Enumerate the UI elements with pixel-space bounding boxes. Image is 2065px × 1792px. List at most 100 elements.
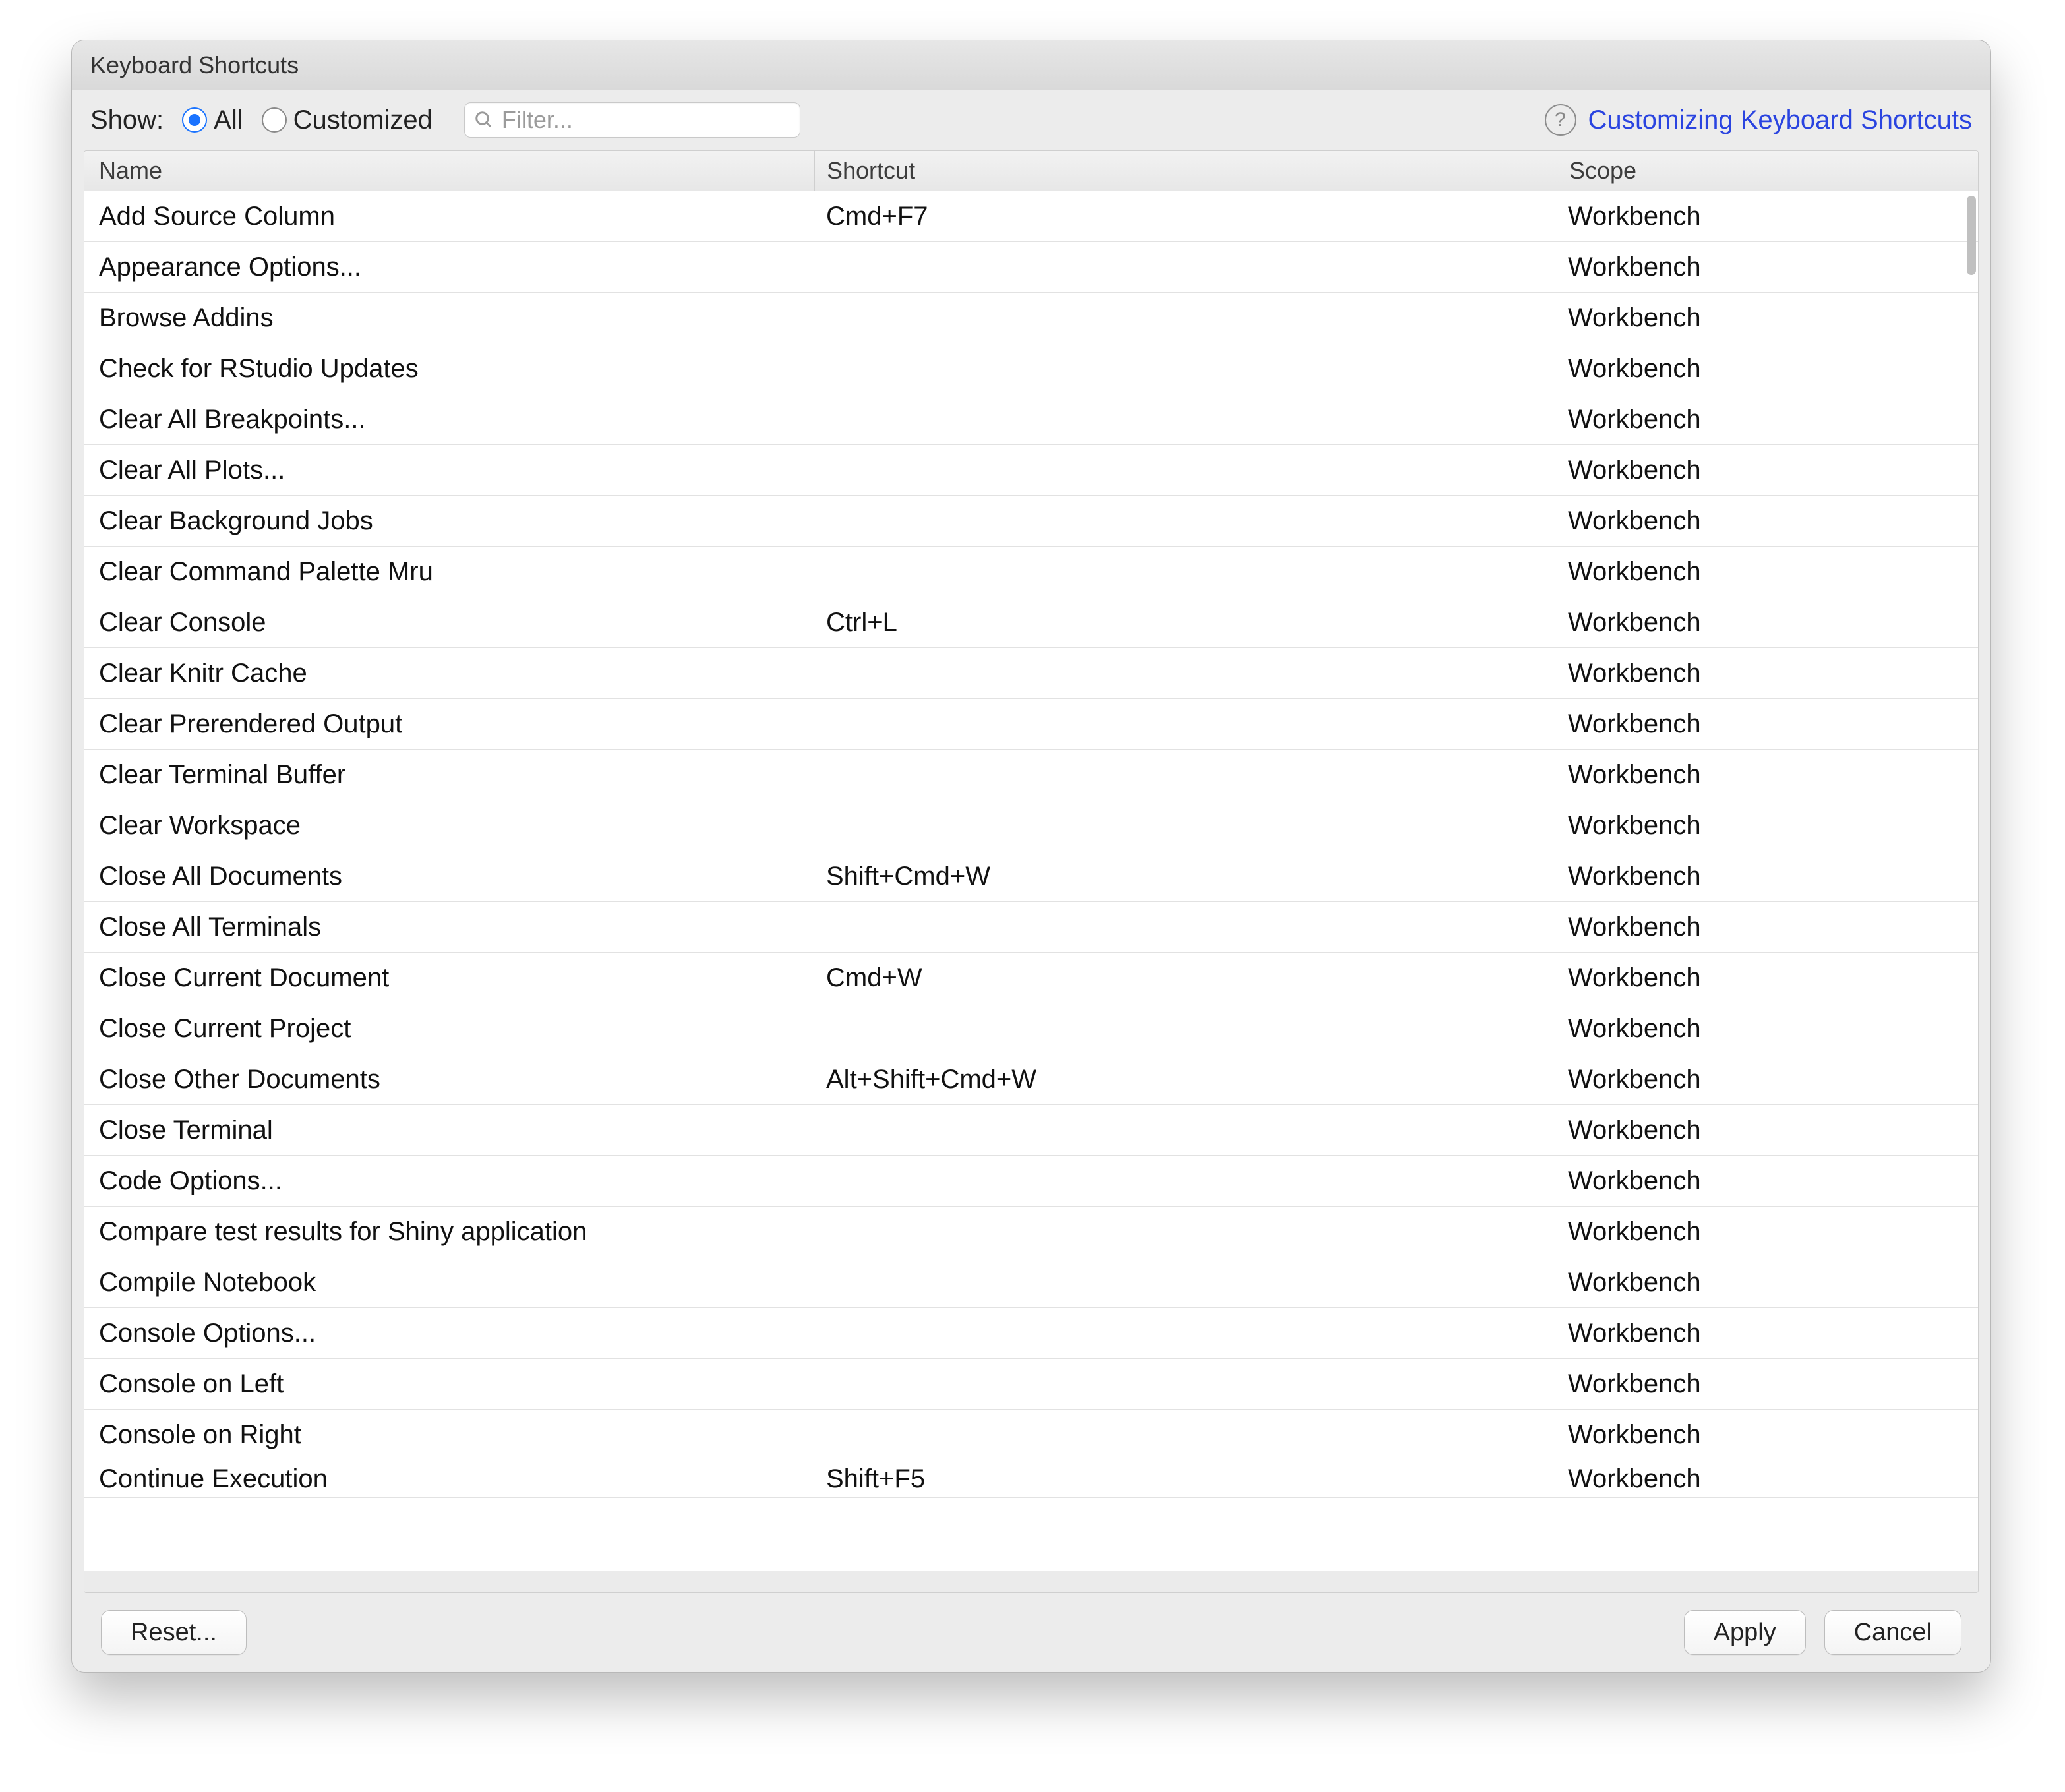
table-row[interactable]: Console on LeftWorkbench	[84, 1359, 1978, 1410]
table-row[interactable]: Clear All Breakpoints... Workbench	[84, 394, 1978, 445]
show-label: Show:	[90, 105, 164, 135]
filter-field[interactable]	[464, 102, 800, 138]
cell-scope: Workbench	[1548, 405, 1978, 434]
table-row[interactable]: Clear WorkspaceWorkbench	[84, 800, 1978, 851]
search-icon	[474, 110, 494, 130]
dialog-toolbar: Show: All Customized	[72, 90, 1990, 150]
table-row[interactable]: Clear All Plots... Workbench	[84, 445, 1978, 496]
help-icon[interactable]: ?	[1545, 104, 1576, 136]
dialog-titlebar: Keyboard Shortcuts	[72, 40, 1990, 90]
table-row[interactable]: Close All Terminals Workbench	[84, 902, 1978, 953]
cell-name: Console Options...	[84, 1319, 814, 1348]
cell-scope: Workbench	[1548, 659, 1978, 688]
table-row[interactable]: Close Current DocumentCmd+WWorkbench	[84, 953, 1978, 1003]
table-row[interactable]: Check for RStudio UpdatesWorkbench	[84, 343, 1978, 394]
cell-scope: Workbench	[1548, 912, 1978, 942]
table-row[interactable]: Appearance Options...Workbench	[84, 242, 1978, 293]
cell-scope: Workbench	[1548, 1217, 1978, 1247]
cell-scope: Workbench	[1548, 760, 1978, 790]
table-row[interactable]: Clear Terminal Buffer Workbench	[84, 750, 1978, 800]
column-header-scope[interactable]: Scope	[1549, 151, 1978, 191]
cell-shortcut[interactable]: Cmd+F7	[814, 202, 1548, 231]
table-row[interactable]: Clear Command Palette Mru Workbench	[84, 547, 1978, 597]
cell-name: Close All Terminals	[84, 912, 814, 942]
cell-name: Clear Background Jobs	[84, 506, 814, 536]
cell-name: Add Source Column	[84, 202, 814, 231]
cell-scope: Workbench	[1548, 1420, 1978, 1450]
cell-name: Close All Documents	[84, 862, 814, 891]
cell-name: Check for RStudio Updates	[84, 354, 814, 384]
reset-button[interactable]: Reset...	[101, 1610, 247, 1655]
table-row[interactable]: Browse Addins Workbench	[84, 293, 1978, 343]
table-row[interactable]: Compile Notebook Workbench	[84, 1257, 1978, 1308]
column-header-name[interactable]: Name	[84, 151, 815, 191]
cell-scope: Workbench	[1548, 862, 1978, 891]
cell-name: Browse Addins	[84, 303, 814, 333]
cell-scope: Workbench	[1548, 1268, 1978, 1298]
table-row[interactable]: Close TerminalWorkbench	[84, 1105, 1978, 1156]
cell-scope: Workbench	[1548, 253, 1978, 282]
cell-name: Close Current Project	[84, 1014, 814, 1044]
radio-customized[interactable]: Customized	[262, 105, 433, 135]
radio-all[interactable]: All	[182, 105, 243, 135]
table-row[interactable]: Close Current Project Workbench	[84, 1003, 1978, 1054]
table-body: Add Source ColumnCmd+F7WorkbenchAppearan…	[84, 191, 1978, 1592]
cell-name: Close Terminal	[84, 1116, 814, 1145]
radio-customized-label: Customized	[293, 105, 433, 135]
table-row[interactable]: Continue ExecutionShift+F5Workbench	[84, 1460, 1978, 1498]
cell-name: Clear Knitr Cache	[84, 659, 814, 688]
table-row[interactable]: Close All DocumentsShift+Cmd+WWorkbench	[84, 851, 1978, 902]
cell-shortcut[interactable]: Ctrl+L	[814, 608, 1548, 638]
apply-button[interactable]: Apply	[1684, 1610, 1806, 1655]
radio-dot-icon	[182, 107, 207, 133]
cell-name: Code Options...	[84, 1166, 814, 1196]
column-header-shortcut[interactable]: Shortcut	[815, 151, 1549, 191]
cell-name: Continue Execution	[84, 1460, 814, 1497]
cell-shortcut[interactable]: Shift+Cmd+W	[814, 862, 1548, 891]
dialog-footer: Reset... Apply Cancel	[72, 1593, 1990, 1672]
table-row[interactable]: Clear Background JobsWorkbench	[84, 496, 1978, 547]
table-row[interactable]: Console on RightWorkbench	[84, 1410, 1978, 1460]
table-row[interactable]: Clear Knitr Cache Workbench	[84, 648, 1978, 699]
cell-name: Close Other Documents	[84, 1065, 814, 1094]
cell-scope: Workbench	[1548, 811, 1978, 841]
cell-shortcut[interactable]: Shift+F5	[814, 1460, 1548, 1497]
cell-name: Clear Terminal Buffer	[84, 760, 814, 790]
cancel-button[interactable]: Cancel	[1824, 1610, 1961, 1655]
cell-scope: Workbench	[1548, 557, 1978, 587]
horizontal-scrollbar[interactable]	[84, 1571, 1978, 1592]
cell-name: Clear All Breakpoints...	[84, 405, 814, 434]
cell-name: Clear Console	[84, 608, 814, 638]
cell-name: Compare test results for Shiny applicati…	[84, 1217, 814, 1247]
cell-shortcut[interactable]: Alt+Shift+Cmd+W	[814, 1065, 1548, 1094]
help-link[interactable]: Customizing Keyboard Shortcuts	[1588, 105, 1973, 135]
keyboard-shortcuts-dialog: Keyboard Shortcuts Show: All Customized	[71, 40, 1991, 1673]
vertical-scrollbar[interactable]	[1967, 196, 1976, 275]
cell-scope: Workbench	[1548, 456, 1978, 485]
cell-scope: Workbench	[1548, 1460, 1978, 1497]
cell-scope: Workbench	[1548, 608, 1978, 638]
cell-scope: Workbench	[1548, 1014, 1978, 1044]
dialog-title: Keyboard Shortcuts	[90, 51, 299, 79]
cell-scope: Workbench	[1548, 202, 1978, 231]
table-row[interactable]: Console Options...Workbench	[84, 1308, 1978, 1359]
table-row[interactable]: Close Other DocumentsAlt+Shift+Cmd+WWork…	[84, 1054, 1978, 1105]
table-row[interactable]: Clear ConsoleCtrl+LWorkbench	[84, 597, 1978, 648]
table-row[interactable]: Code Options... Workbench	[84, 1156, 1978, 1207]
table-row[interactable]: Clear Prerendered Output Workbench	[84, 699, 1978, 750]
cell-name: Clear All Plots...	[84, 456, 814, 485]
table-header: Name Shortcut Scope	[84, 151, 1978, 191]
cell-scope: Workbench	[1548, 303, 1978, 333]
filter-input[interactable]	[500, 105, 810, 134]
radio-dot-icon	[262, 107, 287, 133]
cell-name: Clear Command Palette Mru	[84, 557, 814, 587]
table-row[interactable]: Add Source ColumnCmd+F7Workbench	[84, 191, 1978, 242]
table-row[interactable]: Compare test results for Shiny applicati…	[84, 1207, 1978, 1257]
cell-scope: Workbench	[1548, 1166, 1978, 1196]
cell-scope: Workbench	[1548, 963, 1978, 993]
cell-name: Compile Notebook	[84, 1268, 814, 1298]
cell-shortcut[interactable]: Cmd+W	[814, 963, 1548, 993]
cell-name: Clear Prerendered Output	[84, 709, 814, 739]
show-radio-group: All Customized	[182, 105, 433, 135]
cell-scope: Workbench	[1548, 709, 1978, 739]
